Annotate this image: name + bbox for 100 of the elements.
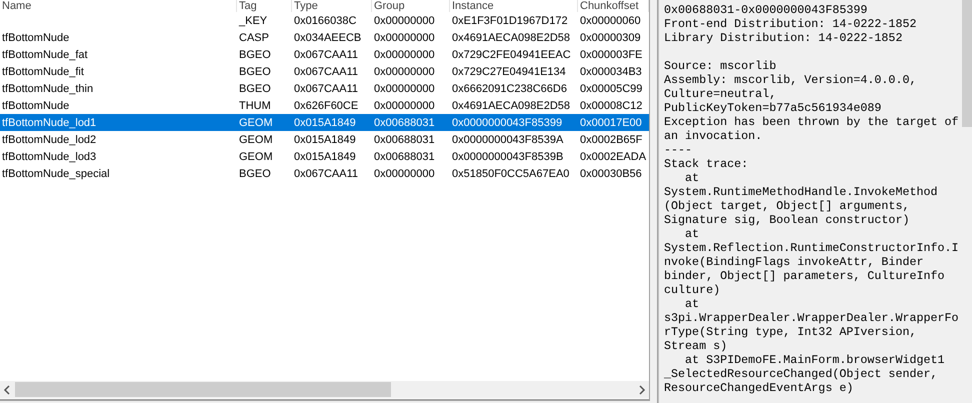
table-cell-text: 0x0000000043F8539A [451, 134, 564, 146]
table-cell-text: tfBottomNude_fit [1, 66, 85, 78]
table-cell-text: 0x015A1849 [293, 116, 357, 128]
table-cell-text: 0x0002B65F [579, 134, 644, 146]
table-cell-text: 0x729C2FE04941EEAC [451, 48, 572, 60]
table-cell-text: 0x015A1849 [293, 134, 357, 146]
table-cell-text: BGEO [238, 82, 272, 94]
table-cell-text: 0x0000000043F85399 [451, 116, 564, 128]
error-text-line: System.RuntimeMethodHandle.InvokeMethod [664, 185, 939, 199]
table-cell-text: 0x729C27E04941E134 [451, 66, 567, 78]
table-cell-text: 0x626F60CE [293, 100, 360, 112]
table-cell-text: tfBottomNude_lod2 [1, 134, 98, 146]
table-cell-text: tfBottomNude_lod1 [1, 116, 98, 128]
table-cell-text: tfBottomNude [1, 32, 70, 44]
table-cell-text: BGEO [238, 168, 272, 180]
error-text-line: Front-end Distribution: 14-0222-1852 [664, 17, 918, 31]
table-cell-text: CASP [238, 32, 270, 44]
scroll-right-icon[interactable] [638, 384, 646, 394]
horizontal-scrollbar[interactable] [0, 381, 649, 398]
table-cell-text: 0xE1F3F01D1967D172 [451, 14, 569, 26]
error-text-line: ---- [664, 143, 694, 157]
table-cell-text: GEOM [238, 134, 274, 146]
error-text-line: at [684, 171, 700, 185]
resource-row[interactable]: tfBottomNude_lod1 GEOM 0x015A1849 0x00688031 0x0000000043F85399 0x00017E00 [0, 114, 649, 131]
table-cell-text: tfBottomNude_special [1, 168, 111, 180]
error-text-line: Library Distribution: 14-0222-1852 [664, 31, 904, 45]
table-cell-text: 0x00688031 [373, 134, 436, 146]
column-header[interactable]: Chunkoffset [578, 0, 649, 12]
resource-row[interactable]: tfBottomNude_lod3 GEOM 0x015A1849 0x00688031 0x0000000043F8539B 0x0002EADA [0, 148, 649, 165]
table-cell-text: tfBottomNude [1, 100, 70, 112]
table-cell-text: 0x00000309 [579, 32, 642, 44]
error-text-line: an invocation. [664, 129, 764, 143]
table-cell-text: tfBottomNude_fat [1, 48, 89, 60]
table-cell-text: 0x00000060 [579, 14, 642, 26]
resource-row[interactable]: tfBottomNude THUM 0x626F60CE 0x00000000 0x4691AECA098E2D58 0x00008C12 [0, 97, 649, 114]
error-text-line: at [684, 227, 700, 241]
table-cell-text: 0x00000000 [373, 168, 436, 180]
table-cell-text: 0x00017E00 [579, 116, 643, 128]
resource-row[interactable]: tfBottomNude_fit BGEO 0x067CAA11 0x00000000 0x729C27E04941E134 0x000034B3 [0, 63, 649, 80]
table-cell-text: 0x000034B3 [579, 66, 643, 78]
table-cell-text: 0x0166038C [293, 14, 358, 26]
table-cell-text: 0x00000000 [373, 66, 436, 78]
table-cell-text: 0x00688031 [373, 150, 436, 162]
table-cell-text: GEOM [238, 116, 274, 128]
table-cell-text: 0x00000000 [373, 100, 436, 112]
table-cell-text: 0x4691AECA098E2D58 [451, 32, 572, 44]
table-cell-text: BGEO [238, 48, 272, 60]
column-header[interactable]: Instance [450, 0, 578, 12]
error-text-line: Assembly: mscorlib, Version=4.0.0.0, [664, 73, 918, 87]
table-cell-text: 0x51850F0CC5A67EA0 [451, 168, 570, 180]
error-text-line: _SelectedResourceChanged(Object sender, [664, 367, 939, 381]
table-cell-text: THUM [238, 100, 272, 112]
resource-row[interactable]: tfBottomNude_fat BGEO 0x067CAA11 0x00000000 0x729C2FE04941EEAC 0x000003FE [0, 46, 649, 63]
error-text-line: 0x00688031-0x0000000043F85399 [664, 3, 868, 17]
table-cell-text: 0x4691AECA098E2D58 [451, 100, 572, 112]
table-cell-text: 0x00688031 [373, 116, 436, 128]
table-cell-text: 0x00000000 [373, 14, 436, 26]
table-cell-text: 0x067CAA11 [293, 66, 360, 78]
resource-row[interactable]: tfBottomNude_special BGEO 0x067CAA11 0x00000000 0x51850F0CC5A67EA0 0x00030B56 [0, 165, 649, 182]
column-header[interactable]: Name [0, 0, 237, 12]
table-cell-text: 0x000003FE [579, 48, 644, 60]
table-cell-text: 0x067CAA11 [293, 168, 360, 180]
table-cell-text: 0x6662091C238C66D6 [451, 82, 568, 94]
table-cell-text: 0x015A1849 [293, 150, 357, 162]
column-header[interactable]: Group [372, 0, 450, 12]
error-text-line: ResourceChangedEventArgs e) [664, 381, 854, 395]
error-text-line: at S3PIDemoFE.MainForm.browserWidget1 [684, 353, 946, 367]
resource-row[interactable]: tfBottomNude_lod2 GEOM 0x015A1849 0x00688031 0x0000000043F8539A 0x0002B65F [0, 131, 649, 148]
table-cell-text: GEOM [238, 150, 274, 162]
error-text-box[interactable] [658, 0, 972, 403]
error-text-line: System.Reflection.RuntimeConstructorInfo.I [664, 241, 960, 255]
error-text-line: rType(String type, Int32 APIversion, [664, 325, 918, 339]
resource-row[interactable]: tfBottomNude_thin BGEO 0x067CAA11 0x00000000 0x6662091C238C66D6 0x00005C99 [0, 80, 649, 97]
table-cell-text: 0x067CAA11 [293, 82, 360, 94]
scrollbar-thumb[interactable] [15, 382, 391, 397]
table-cell-text: 0x00000000 [373, 82, 436, 94]
error-text-line: Signature sig, Boolean constructor) [664, 213, 910, 227]
error-text-line: nvoke(BindingFlags invokeAttr, Binder [664, 255, 925, 269]
table-cell-text: _KEY [238, 14, 268, 26]
table-cell-text: 0x00008C12 [579, 100, 644, 112]
resource-row[interactable]: _KEY 0x0166038C 0x00000000 0xE1F3F01D1967D172 0x00000060 [0, 12, 649, 29]
error-text-line: Culture=neutral, [664, 87, 778, 101]
table-cell-text: BGEO [238, 66, 272, 78]
error-text-line: Source: mscorlib [664, 59, 778, 73]
column-header[interactable]: Type [292, 0, 372, 12]
error-text-line: (Object target, Object[] arguments, [664, 199, 910, 213]
table-cell-text: 0x00005C99 [579, 82, 644, 94]
scrollbar-thumb[interactable] [962, 0, 972, 127]
scroll-left-icon[interactable] [3, 384, 11, 394]
column-header[interactable]: Tag [237, 0, 292, 12]
table-cell-text: 0x00000000 [373, 32, 436, 44]
error-text-line: Stack trace: [664, 157, 750, 171]
error-text-line: PublicKeyToken=b77a5c561934e089 [664, 101, 882, 115]
table-cell-text: 0x00000000 [373, 48, 436, 60]
table-cell-text: 0x0002EADA [579, 150, 648, 162]
table-cell-text: 0x0000000043F8539B [451, 150, 564, 162]
table-cell-text: 0x067CAA11 [293, 48, 360, 60]
resource-row[interactable]: tfBottomNude CASP 0x034AEECB 0x00000000 0x4691AECA098E2D58 0x00000309 [0, 29, 649, 46]
error-text-line: at [684, 297, 700, 311]
error-text-line: binder, Object[] parameters, CultureInfo [664, 269, 946, 283]
